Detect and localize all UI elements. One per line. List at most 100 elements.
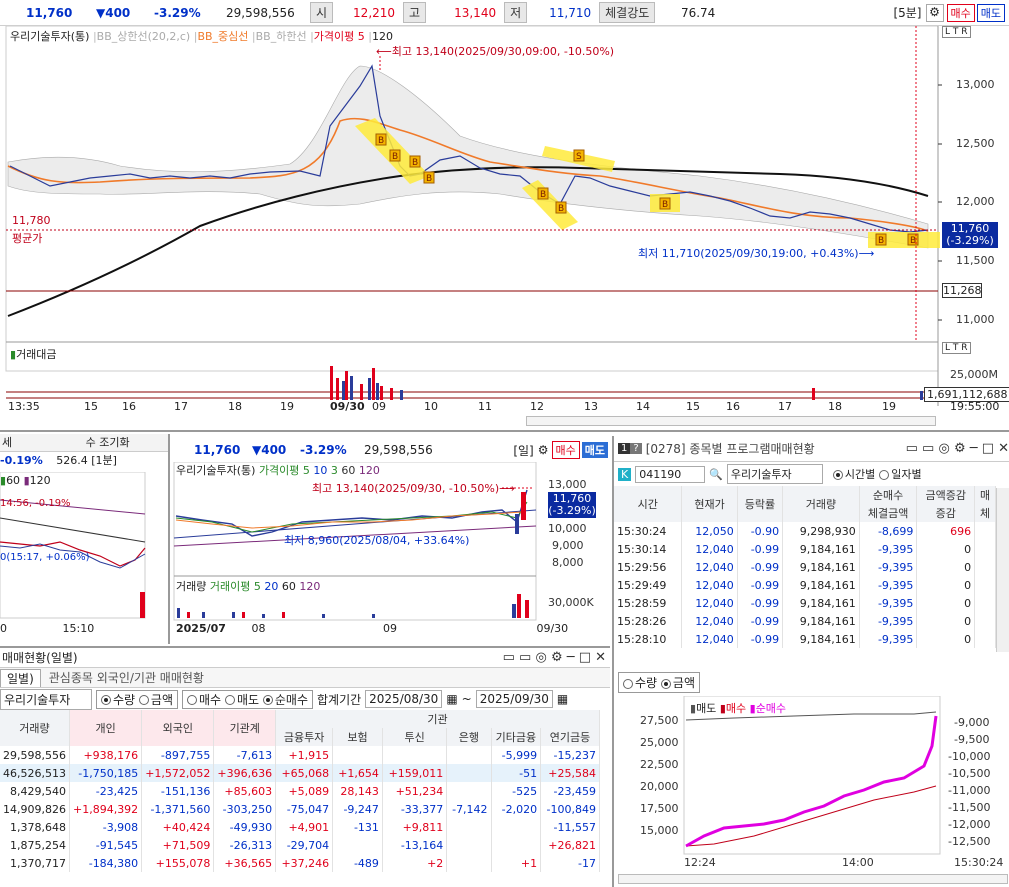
daily-legend-item[interactable]: 60 xyxy=(341,464,355,477)
col-change[interactable]: 등락률 xyxy=(737,486,784,522)
investor-stock-field[interactable]: 우리기술투자 xyxy=(0,688,92,710)
table-row[interactable]: 15:28:59 12,040 -0.99 9,184,161 -9,395 0 xyxy=(614,594,996,612)
mini-tab[interactable]: 수 xyxy=(86,436,96,449)
daily-legend-item[interactable]: 3 xyxy=(331,464,338,477)
mini-interval[interactable]: [1분] xyxy=(91,454,117,467)
col-extra[interactable]: 매 xyxy=(974,486,996,504)
subcol-exec-amount: 체결금액 xyxy=(859,504,918,522)
table-row[interactable]: 15:29:49 12,040 -0.99 9,184,161 -9,395 0 xyxy=(614,576,996,594)
col-insurance[interactable]: 보험 xyxy=(332,728,383,746)
radio-qty[interactable]: 수량 xyxy=(101,693,135,707)
y-tick: 12,500 xyxy=(956,137,995,150)
table-row[interactable]: 1,875,254 -91,545 +71,509 -26,313 -29,704 -13… xyxy=(0,836,600,854)
radio-net[interactable]: 순매수 xyxy=(262,693,308,707)
ltr-toggle[interactable]: L T R xyxy=(942,26,971,38)
calendar-icon[interactable]: ▦ xyxy=(557,692,568,706)
table-row[interactable]: 15:30:24 12,050 -0.90 9,298,930 -8,699 696 xyxy=(614,522,996,540)
col-time[interactable]: 시간 xyxy=(614,486,683,522)
settings-icon[interactable]: ⚙ xyxy=(925,3,944,22)
qty-amount-toggle[interactable]: 수량 금액 xyxy=(618,672,701,693)
mini-tab[interactable]: 세 xyxy=(2,436,12,449)
date-from[interactable]: 2025/08/30 xyxy=(365,690,443,708)
radio-by-date[interactable]: 일자별 xyxy=(879,466,922,482)
daily-legend: 우리기술투자(통) 가격이평 5 10 3 60 120 xyxy=(176,462,380,478)
daily-settings-icon[interactable]: ⚙ xyxy=(538,443,549,457)
svg-text:B: B xyxy=(426,174,432,184)
col-volume[interactable]: 거래량 xyxy=(0,710,70,746)
radio-buy[interactable]: 매수 xyxy=(187,693,221,707)
program-x-tick: 12:24 xyxy=(684,856,716,869)
col-institution[interactable]: 기관계 xyxy=(213,710,277,746)
table-row[interactable]: 46,526,513 -1,750,185 +1,572,052 +396,636 +6… xyxy=(0,764,600,782)
high-label: 고 xyxy=(403,2,427,23)
table-row[interactable]: 15:28:10 12,040 -0.99 9,184,161 -9,395 0 xyxy=(614,630,996,648)
y-tick: 12,000 xyxy=(956,195,995,208)
legend-ma[interactable]: 가격이평 5 xyxy=(314,30,365,43)
daily-legend-item[interactable]: 10 xyxy=(313,464,327,477)
radio-amt[interactable]: 금액 xyxy=(138,693,173,707)
daily-pct: -3.29% xyxy=(300,443,347,457)
col-individual[interactable]: 개인 xyxy=(69,710,143,746)
col-pension[interactable]: 연기금등 xyxy=(540,728,600,746)
strength-value: 76.74 xyxy=(680,5,716,20)
table-scrollbar[interactable] xyxy=(996,488,1009,652)
tab-daily[interactable]: 일별) xyxy=(0,668,41,687)
chart-scrollbar[interactable] xyxy=(526,416,936,426)
col-trust[interactable]: 투신 xyxy=(382,728,448,746)
buy-button[interactable]: 매수 xyxy=(946,3,975,22)
legend-bb-upper[interactable]: BB_상한선(20,2,c) xyxy=(97,30,191,43)
volume: 29,598,556 xyxy=(226,5,295,20)
mini-tab[interactable]: 조기화 xyxy=(99,436,129,449)
mini-x-tick: 15:10 xyxy=(62,622,95,635)
daily-sell-button[interactable]: 매도 xyxy=(581,442,608,458)
daily-y-tick: 10,000 xyxy=(548,522,587,535)
main-chart-panel: B B B B B B S B B B 우리기술투자(통) |BB_상한선(20… xyxy=(0,25,1009,432)
radio-sell[interactable]: 매도 xyxy=(224,693,259,707)
table-row[interactable]: 1,378,648 -3,908 +40,424 -49,930 +4,901 -131 +… xyxy=(0,818,600,836)
col-bank[interactable]: 은행 xyxy=(446,728,492,746)
table-row[interactable]: 8,429,540 -23,425 -151,136 +85,603 +5,089 28,… xyxy=(0,782,600,800)
table-row[interactable]: 14,909,826 +1,894,392 -1,371,560 -303,250 -7… xyxy=(0,800,600,818)
search-icon[interactable]: 🔍 xyxy=(709,468,723,481)
stock-code-input[interactable]: 041190 xyxy=(635,465,706,483)
col-group-institution: 기관 xyxy=(275,710,600,728)
help-icon[interactable]: ? xyxy=(630,443,642,454)
daily-y-tick: 8,000 xyxy=(552,556,584,569)
col-net-buy[interactable]: 순매수 xyxy=(859,486,918,504)
col-amount-change[interactable]: 금액증감 xyxy=(916,486,976,504)
window-controls[interactable]: ▭ ▭ ◎ ⚙ ─ □ ✕ xyxy=(906,441,1009,456)
open-price: 12,210 xyxy=(353,5,396,20)
legend-ma120[interactable]: 120 xyxy=(372,30,393,43)
col-volume[interactable]: 거래량 xyxy=(782,486,860,522)
daily-interval[interactable]: [일] xyxy=(513,442,533,459)
sell-button[interactable]: 매도 xyxy=(976,3,1005,22)
daily-legend-item[interactable]: 120 xyxy=(359,464,380,477)
investor-window-controls[interactable]: ▭ ▭ ◎ ⚙ ─ □ ✕ xyxy=(503,650,606,665)
col-foreign[interactable]: 외국인 xyxy=(141,710,215,746)
tab-interest[interactable]: 관심종목 외국인/기관 매매현황 xyxy=(41,669,212,686)
date-to[interactable]: 2025/09/30 xyxy=(475,690,553,708)
col-price[interactable]: 현재가 xyxy=(681,486,738,522)
avg-price-value: 11,780 xyxy=(12,214,51,227)
table-row[interactable]: 29,598,556 +938,176 -897,755 -7,613 +1,915 -5… xyxy=(0,746,600,764)
program-y-right: -10,000 xyxy=(948,750,991,763)
program-chart-scrollbar[interactable] xyxy=(618,874,1008,884)
table-row[interactable]: 15:28:26 12,040 -0.99 9,184,161 -9,395 0 xyxy=(614,612,996,630)
x-axis: 13:35 15 16 17 18 19 09/30 09 10 11 12 1… xyxy=(8,400,1000,413)
table-row[interactable]: 15:29:56 12,040 -0.99 9,184,161 -9,395 0 xyxy=(614,558,996,576)
daily-legend-item[interactable]: 가격이평 5 xyxy=(259,464,310,477)
col-fin-invest[interactable]: 금융투자 xyxy=(275,728,334,746)
table-row[interactable]: 1,370,717 -184,380 +155,078 +36,565 +37,246-… xyxy=(0,854,600,872)
quote-bar: 11,760 ▼400 -3.29% 29,598,556 시 12,210 고… xyxy=(0,0,1009,26)
legend-bb-mid[interactable]: BB_중심선 xyxy=(197,30,248,43)
legend-bb-lower[interactable]: BB_하한선 xyxy=(256,30,307,43)
ltr-toggle-volume[interactable]: L T R xyxy=(942,342,971,354)
calendar-icon[interactable]: ▦ xyxy=(446,692,457,706)
table-row[interactable]: 15:30:14 12,040 -0.99 9,184,161 -9,395 0 xyxy=(614,540,996,558)
daily-buy-button[interactable]: 매수 xyxy=(551,441,580,459)
col-other-fin[interactable]: 기타금융 xyxy=(491,728,542,746)
program-y-right: -10,500 xyxy=(948,767,991,780)
stock-name-field[interactable]: 우리기술투자 xyxy=(726,464,823,484)
interval-selector[interactable]: [5분] xyxy=(893,4,921,21)
radio-by-time[interactable]: 시간별 xyxy=(832,466,875,482)
